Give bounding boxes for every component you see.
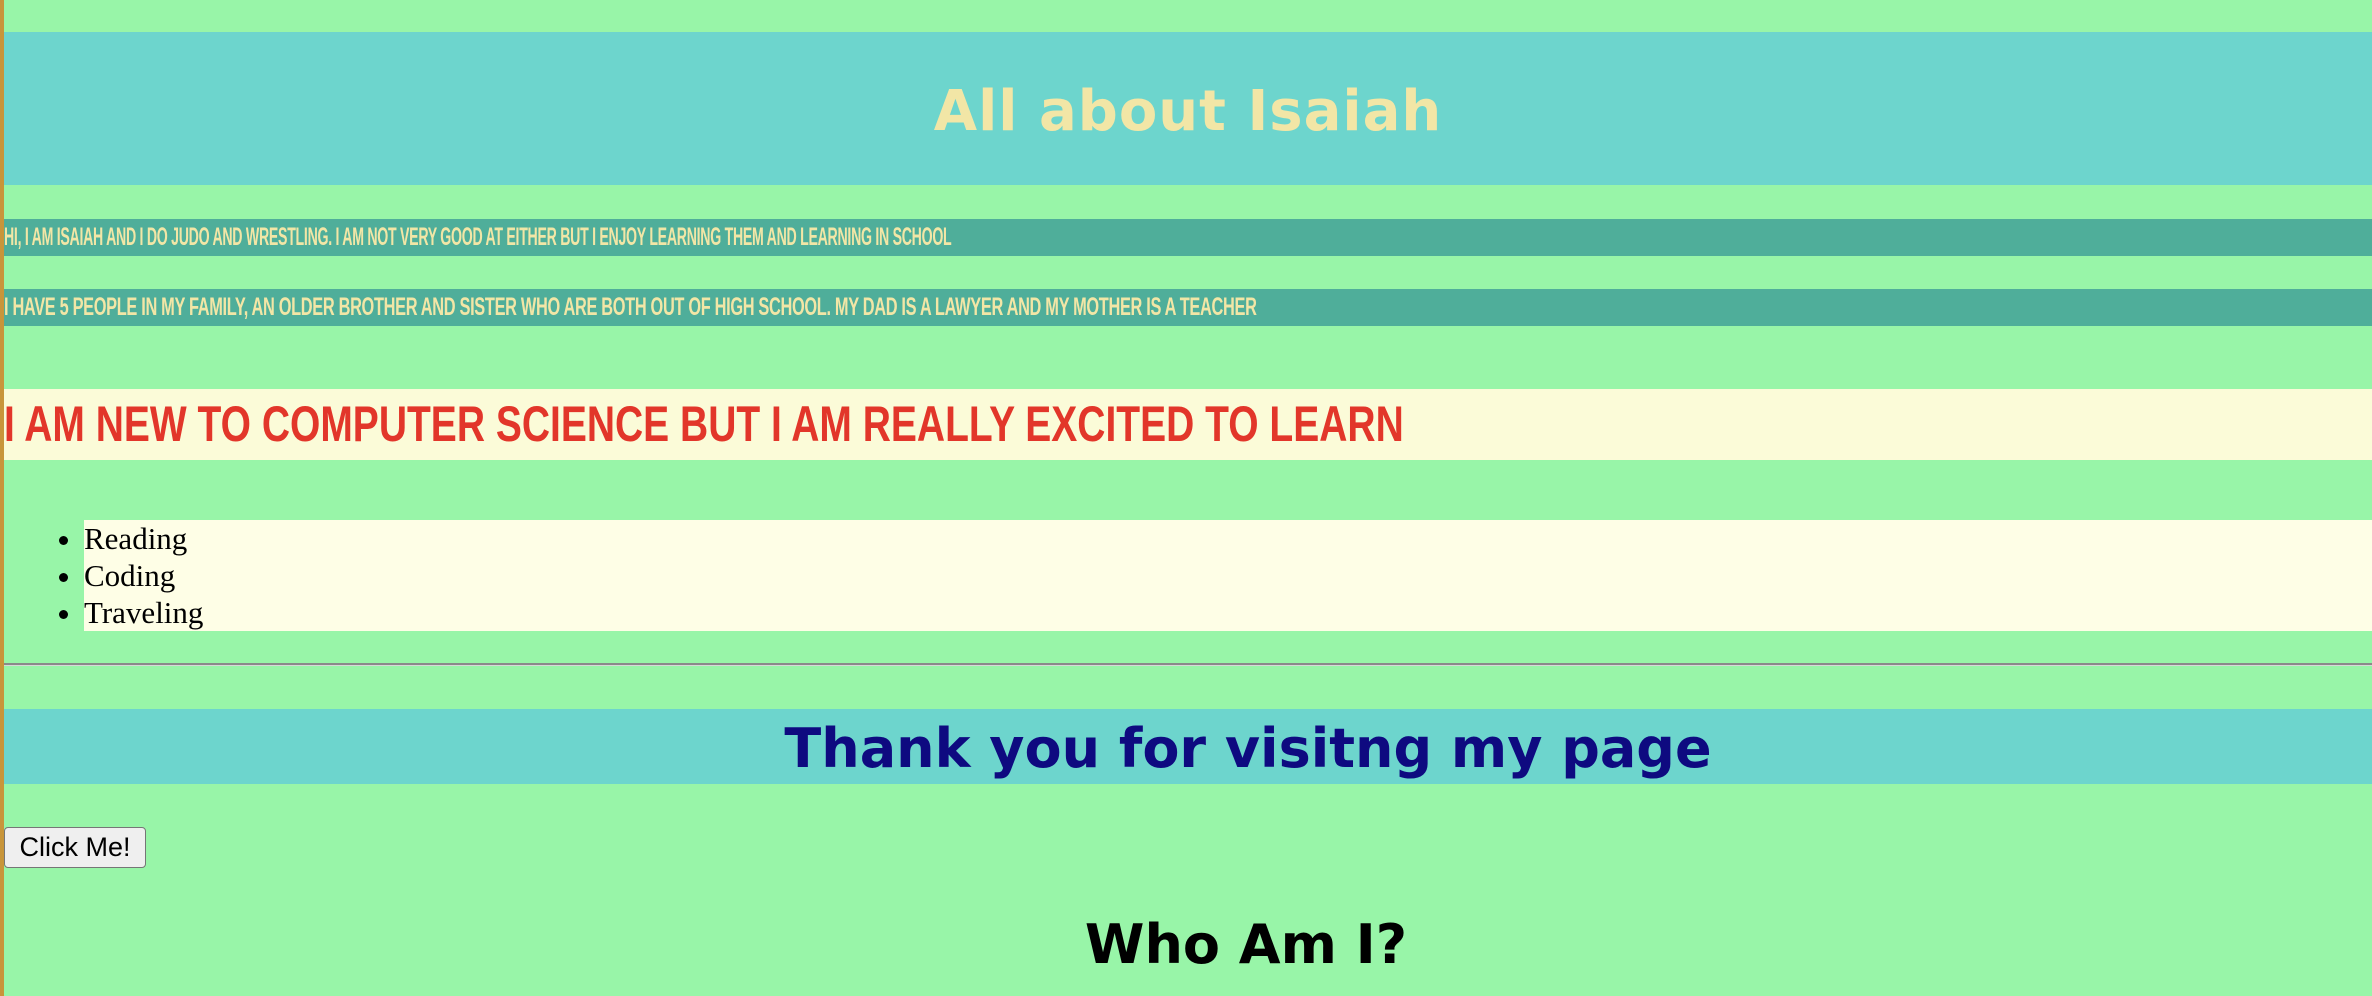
family-paragraph: I have 5 people in my family, an older b… <box>4 293 1257 321</box>
list-item: Coding <box>84 557 203 594</box>
intro-paragraph: Hi, I am Isaiah and I do Judo and wrestl… <box>4 223 952 251</box>
page-title: All about Isaiah <box>933 79 1443 144</box>
list-item: Reading <box>84 520 203 557</box>
click-me-button[interactable]: Click Me! <box>4 827 146 868</box>
hobby-list: Reading Coding Traveling <box>4 520 203 631</box>
computer-science-band: I am new to Computer Science but I am re… <box>4 389 2372 460</box>
thanks-banner: Thank you for visitng my page <box>4 709 2372 784</box>
header-banner: All about Isaiah <box>4 32 2372 185</box>
horizontal-rule <box>4 663 2372 666</box>
list-item: Traveling <box>84 594 203 631</box>
hobby-list-background <box>84 520 2372 631</box>
thanks-heading: Thank you for visitng my page <box>784 717 1712 780</box>
computer-science-heading: I am new to Computer Science but I am re… <box>4 396 1404 452</box>
who-am-i-heading: Who Am I? <box>1084 913 1408 976</box>
